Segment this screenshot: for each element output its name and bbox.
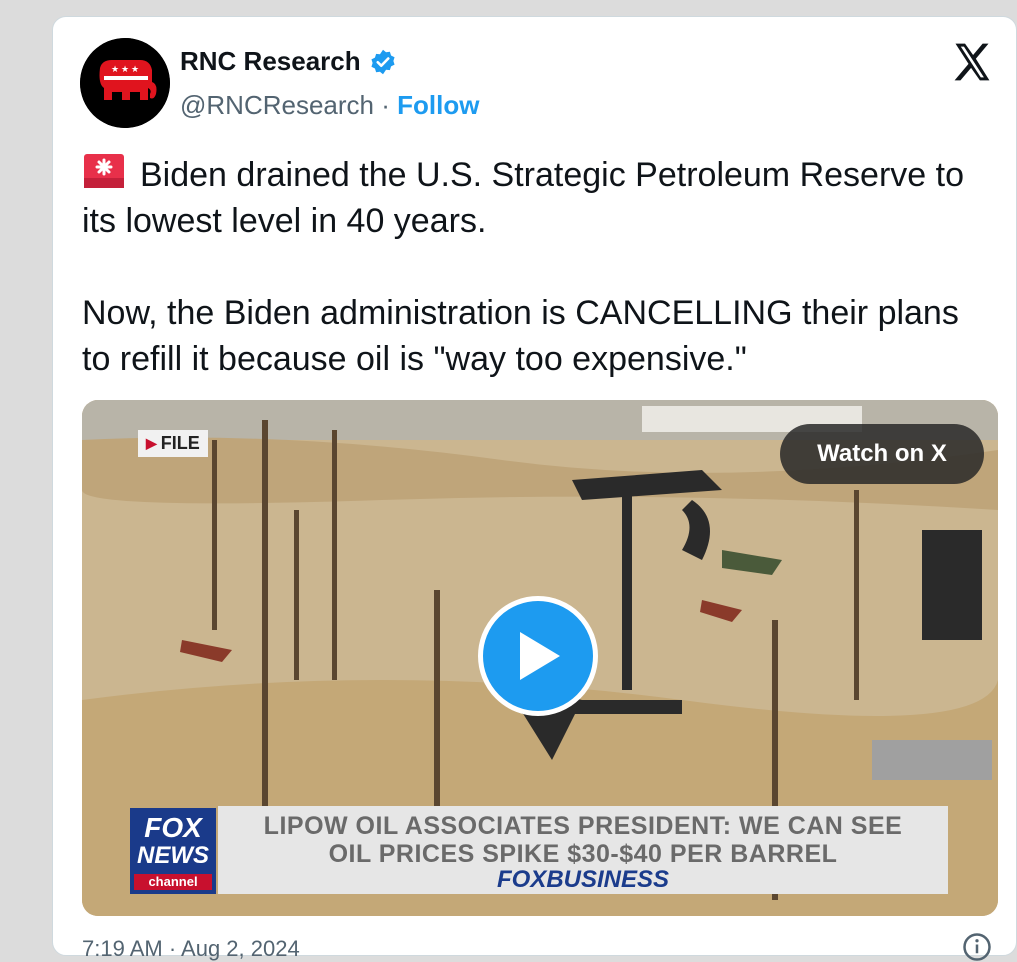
tweet-text: Biden drained the U.S. Strategic Petrole…	[82, 152, 992, 382]
fox-business-logo: FOXBUSINESS	[496, 866, 670, 893]
fox-news-logo-line1: FOX	[144, 812, 202, 843]
file-play-icon: ▶	[146, 435, 157, 451]
file-badge: ▶ FILE	[138, 430, 208, 457]
chyron-line-1: LIPOW OIL ASSOCIATES PRESIDENT: WE CAN S…	[263, 812, 903, 840]
tweet-timestamp[interactable]: 7:19 AM · Aug 2, 2024	[82, 936, 300, 962]
author-name[interactable]: RNC Research	[180, 46, 361, 77]
file-badge-label: FILE	[160, 433, 200, 453]
gop-elephant-icon: ★ ★ ★	[80, 38, 170, 128]
tweet-paragraph-1-text: Biden drained the U.S. Strategic Petrole…	[82, 156, 964, 240]
play-icon	[520, 632, 560, 680]
chyron-line-2: OIL PRICES SPIKE $30-$40 PER BARREL	[328, 840, 838, 868]
author-name-row[interactable]: RNC Research	[180, 46, 397, 77]
play-button[interactable]	[478, 596, 598, 716]
x-logo-icon[interactable]	[950, 40, 994, 84]
handle-row: @RNCResearch · Follow	[180, 90, 479, 121]
separator-dot: ·	[381, 90, 390, 120]
author-handle[interactable]: @RNCResearch	[180, 90, 374, 120]
verified-badge-icon	[371, 49, 395, 74]
follow-button[interactable]: Follow	[397, 90, 479, 120]
fox-news-logo: FOX NEWS channel	[130, 808, 216, 894]
news-chyron: LIPOW OIL ASSOCIATES PRESIDENT: WE CAN S…	[218, 806, 948, 894]
svg-text:★: ★	[131, 65, 139, 75]
avatar[interactable]: ★ ★ ★	[80, 38, 170, 128]
svg-text:★: ★	[111, 65, 119, 75]
tweet-paragraph-2: Now, the Biden administration is CANCELL…	[82, 294, 959, 378]
fox-news-logo-channel: channel	[134, 874, 212, 890]
svg-text:★: ★	[121, 65, 129, 75]
info-icon[interactable]	[962, 932, 992, 962]
siren-emoji-icon	[84, 154, 124, 188]
fox-news-logo-line2: NEWS	[137, 842, 209, 869]
watch-on-x-button[interactable]: Watch on X	[780, 424, 984, 484]
tweet-paragraph-1: Biden drained the U.S. Strategic Petrole…	[82, 152, 992, 244]
video-player[interactable]: ▶ FILE Watch on X FOX NEWS channel LIPOW…	[82, 400, 998, 916]
